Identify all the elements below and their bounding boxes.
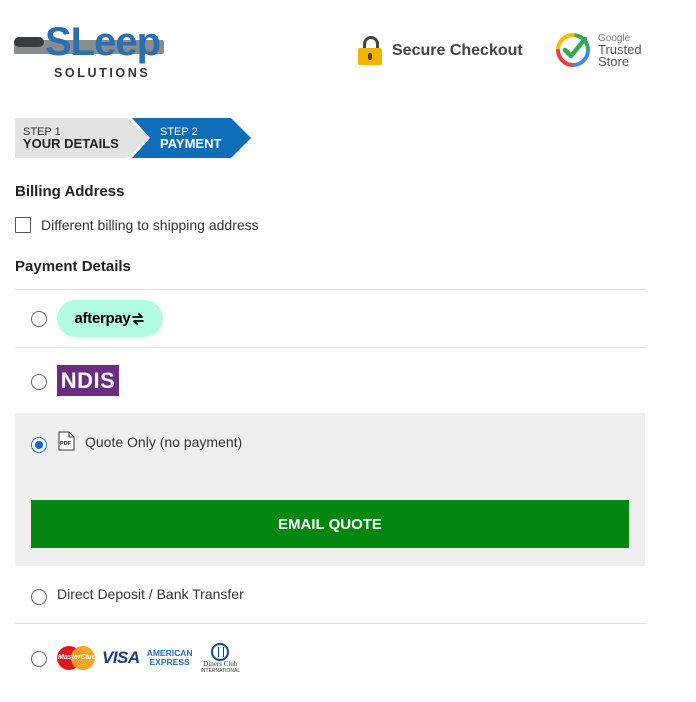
- badge-text: Google Trusted Store: [598, 33, 642, 68]
- diners-line-2: INTERNATIONAL: [200, 667, 241, 674]
- different-billing-checkbox[interactable]: [15, 217, 31, 233]
- divider: [15, 623, 646, 624]
- secure-checkout: Secure Checkout: [358, 36, 523, 66]
- diners-club-icon: Diners Club INTERNATIONAL: [200, 642, 241, 674]
- afterpay-label: afterpay: [74, 310, 131, 327]
- afterpay-logo[interactable]: afterpay: [57, 300, 163, 337]
- divider: [15, 347, 646, 348]
- step-2-title: PAYMENT: [160, 136, 222, 151]
- logo-pill: [14, 37, 44, 47]
- radio-afterpay[interactable]: [31, 311, 47, 327]
- secure-checkout-label: Secure Checkout: [392, 42, 523, 59]
- card-logos[interactable]: MasterCard VISA AMERICAN EXPRESS Diners …: [57, 642, 241, 674]
- bank-transfer-label[interactable]: Direct Deposit / Bank Transfer: [57, 586, 244, 602]
- amex-icon: AMERICAN EXPRESS: [147, 649, 193, 667]
- payment-details-heading: Payment Details: [15, 258, 131, 275]
- step-your-details[interactable]: STEP 1 YOUR DETAILS: [15, 118, 150, 158]
- step-1-title: YOUR DETAILS: [23, 136, 119, 151]
- radio-ndis[interactable]: [31, 374, 47, 390]
- badge-line-store: Store: [598, 53, 630, 69]
- billing-address-heading: Billing Address: [15, 183, 125, 200]
- checkout-steps: STEP 1 YOUR DETAILS STEP 2 PAYMENT: [15, 118, 255, 158]
- mastercard-text: MasterCard: [58, 654, 97, 661]
- amex-line-2: EXPRESS: [149, 657, 190, 667]
- logo-word: SLeep: [45, 20, 161, 64]
- pdf-icon: PDF: [58, 431, 75, 451]
- ndis-logo[interactable]: NDIS: [57, 365, 119, 396]
- different-billing-label[interactable]: Different billing to shipping address: [41, 217, 259, 233]
- svg-text:PDF: PDF: [60, 441, 72, 447]
- divider: [15, 289, 646, 290]
- diners-line-1: Diners Club: [203, 659, 238, 668]
- google-check-icon: [556, 33, 590, 67]
- radio-quote-only[interactable]: [31, 437, 47, 453]
- afterpay-arrows-icon: [132, 312, 145, 325]
- radio-bank-transfer[interactable]: [31, 589, 47, 605]
- visa-icon: VISA: [102, 648, 140, 667]
- logo-subtitle: SOLUTIONS: [54, 66, 151, 80]
- email-quote-button[interactable]: EMAIL QUOTE: [31, 500, 629, 548]
- mastercard-icon: MasterCard: [57, 646, 97, 670]
- quote-only-label[interactable]: Quote Only (no payment): [85, 434, 242, 450]
- radio-credit-card[interactable]: [31, 651, 47, 667]
- google-trusted-store-badge[interactable]: Google Trusted Store: [554, 30, 642, 70]
- lock-icon: [358, 36, 382, 66]
- sleep-solutions-logo[interactable]: SLeep SOLUTIONS: [14, 20, 166, 82]
